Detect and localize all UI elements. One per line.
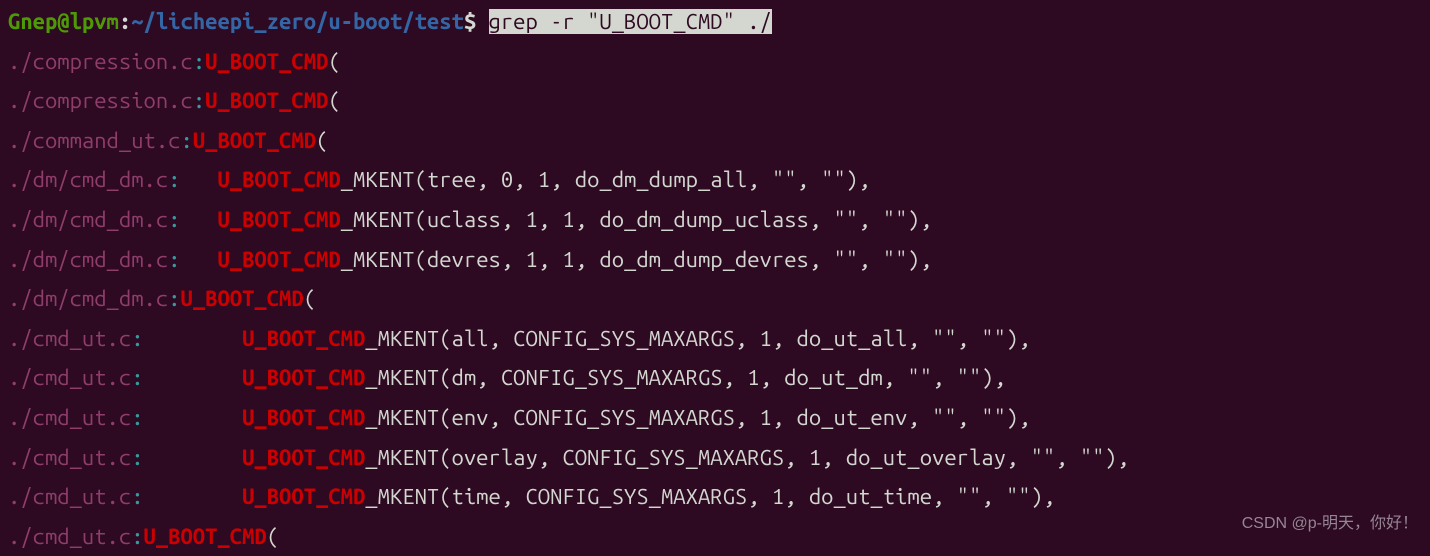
file-path: ./dm/cmd_dm.c — [8, 207, 168, 232]
grep-match: U_BOOT_CMD — [217, 207, 340, 232]
file-path: ./dm/cmd_dm.c — [8, 167, 168, 192]
output-line: ./cmd_ut.c:U_BOOT_CMD( — [8, 517, 1422, 556]
output-line: ./dm/cmd_dm.c: U_BOOT_CMD_MKENT(uclass, … — [8, 200, 1422, 240]
grep-match: U_BOOT_CMD — [242, 445, 365, 470]
separator: : — [168, 286, 180, 311]
prompt-line: Gnep@lpvm:~/licheepi_zero/u-boot/test$ g… — [8, 2, 1422, 42]
output-line: ./dm/cmd_dm.c: U_BOOT_CMD_MKENT(tree, 0,… — [8, 160, 1422, 200]
output-line: ./cmd_ut.c: U_BOOT_CMD_MKENT(time, CONFI… — [8, 477, 1422, 517]
separator: : — [131, 326, 143, 351]
grep-match: U_BOOT_CMD — [205, 88, 328, 113]
line-rest: _MKENT(uclass, 1, 1, do_dm_dump_uclass, … — [341, 207, 932, 232]
grep-match: U_BOOT_CMD — [217, 167, 340, 192]
separator: : — [131, 445, 143, 470]
padding — [144, 405, 243, 430]
separator: : — [131, 365, 143, 390]
output-line: ./cmd_ut.c: U_BOOT_CMD_MKENT(overlay, CO… — [8, 438, 1422, 478]
line-rest: _MKENT(overlay, CONFIG_SYS_MAXARGS, 1, d… — [365, 445, 1129, 470]
line-rest: ( — [267, 524, 279, 549]
output-line: ./cmd_ut.c: U_BOOT_CMD_MKENT(all, CONFIG… — [8, 319, 1422, 359]
output-line: ./command_ut.c:U_BOOT_CMD( — [8, 121, 1422, 161]
separator: : — [168, 167, 180, 192]
padding — [181, 207, 218, 232]
grep-match: U_BOOT_CMD — [181, 286, 304, 311]
grep-match: U_BOOT_CMD — [217, 247, 340, 272]
output-line: ./cmd_ut.c: U_BOOT_CMD_MKENT(env, CONFIG… — [8, 398, 1422, 438]
file-path: ./dm/cmd_dm.c — [8, 286, 168, 311]
file-path: ./cmd_ut.c — [8, 524, 131, 549]
file-path: ./dm/cmd_dm.c — [8, 247, 168, 272]
separator: : — [193, 88, 205, 113]
padding — [144, 326, 243, 351]
line-rest: ( — [304, 286, 316, 311]
line-rest: _MKENT(time, CONFIG_SYS_MAXARGS, 1, do_u… — [365, 484, 1055, 509]
grep-match: U_BOOT_CMD — [242, 365, 365, 390]
line-rest: _MKENT(devres, 1, 1, do_dm_dump_devres, … — [341, 247, 932, 272]
watermark-text: CSDN @p-明天，你好！ — [1242, 510, 1418, 539]
file-path: ./cmd_ut.c — [8, 484, 131, 509]
separator: : — [131, 405, 143, 430]
padding — [144, 445, 243, 470]
current-path: ~/licheepi_zero/u-boot/test — [131, 9, 464, 34]
separator: : — [168, 207, 180, 232]
grep-match: U_BOOT_CMD — [144, 524, 267, 549]
output-line: ./cmd_ut.c: U_BOOT_CMD_MKENT(dm, CONFIG_… — [8, 358, 1422, 398]
output-line: ./dm/cmd_dm.c:U_BOOT_CMD( — [8, 279, 1422, 319]
grep-match: U_BOOT_CMD — [242, 484, 365, 509]
file-path: ./compression.c — [8, 88, 193, 113]
file-path: ./cmd_ut.c — [8, 445, 131, 470]
padding — [181, 167, 218, 192]
grep-match: U_BOOT_CMD — [242, 326, 365, 351]
file-path: ./command_ut.c — [8, 128, 180, 153]
separator: : — [193, 49, 205, 74]
separator: : — [180, 128, 192, 153]
file-path: ./cmd_ut.c — [8, 365, 131, 390]
command-text[interactable]: grep -r "U_BOOT_CMD" ./ — [489, 9, 772, 34]
grep-match: U_BOOT_CMD — [242, 405, 365, 430]
file-path: ./cmd_ut.c — [8, 405, 131, 430]
output-line: ./compression.c:U_BOOT_CMD( — [8, 81, 1422, 121]
separator: : — [168, 247, 180, 272]
padding — [181, 247, 218, 272]
line-rest: ( — [316, 128, 328, 153]
line-rest: _MKENT(tree, 0, 1, do_dm_dump_all, "", "… — [341, 167, 871, 192]
grep-match: U_BOOT_CMD — [193, 128, 316, 153]
line-rest: _MKENT(env, CONFIG_SYS_MAXARGS, 1, do_ut… — [365, 405, 1030, 430]
terminal-output: ./compression.c:U_BOOT_CMD(./compression… — [8, 42, 1422, 556]
padding — [144, 365, 243, 390]
user-host: Gnep@lpvm — [8, 9, 119, 34]
line-rest: ( — [328, 88, 340, 113]
line-rest: _MKENT(dm, CONFIG_SYS_MAXARGS, 1, do_ut_… — [365, 365, 1006, 390]
prompt-dollar: $ — [464, 9, 489, 34]
output-line: ./compression.c:U_BOOT_CMD( — [8, 42, 1422, 82]
padding — [144, 484, 243, 509]
line-rest: _MKENT(all, CONFIG_SYS_MAXARGS, 1, do_ut… — [365, 326, 1030, 351]
output-line: ./dm/cmd_dm.c: U_BOOT_CMD_MKENT(devres, … — [8, 240, 1422, 280]
separator: : — [131, 484, 143, 509]
separator: : — [131, 524, 143, 549]
line-rest: ( — [328, 49, 340, 74]
grep-match: U_BOOT_CMD — [205, 49, 328, 74]
file-path: ./compression.c — [8, 49, 193, 74]
prompt-colon: : — [119, 9, 131, 34]
file-path: ./cmd_ut.c — [8, 326, 131, 351]
